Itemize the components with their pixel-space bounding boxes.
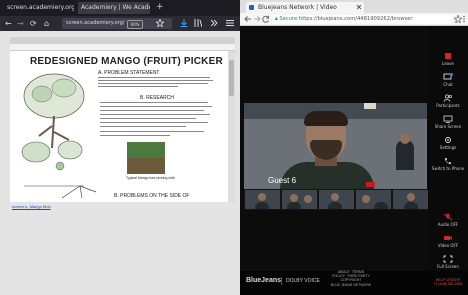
video-ceiling-light (364, 103, 376, 109)
guest-name-label: Guest 6 (268, 176, 297, 185)
back-icon[interactable] (244, 15, 252, 23)
left-tab-academiery[interactable]: Academiery | We Academy of (78, 2, 150, 14)
dolby-voice-logo: DOLBY VOICE (286, 278, 320, 284)
settings-label: Settings (439, 145, 457, 150)
video-off-label: Video OFF (437, 243, 459, 248)
background-person-head (400, 134, 410, 144)
photo-ground (127, 158, 165, 174)
full-screen-button[interactable]: Full Screen (428, 255, 468, 269)
leave-button[interactable]: Leave (428, 52, 468, 66)
bookmark-star-icon[interactable] (454, 15, 462, 23)
chat-icon (443, 73, 453, 80)
text-line (98, 77, 210, 78)
text-line (100, 114, 210, 115)
reload-icon[interactable]: ⟳ (30, 18, 37, 29)
close-tab-icon[interactable] (356, 4, 362, 10)
footer-links: ABOUT TERMS POLICY THIRD PARTY COPYRIGHT… (326, 270, 376, 287)
footer-divider (281, 277, 282, 285)
section-research: B. RESEARCH (140, 95, 174, 101)
participants-icon (443, 94, 453, 102)
overflow-icon[interactable] (210, 19, 218, 27)
new-tab-button[interactable]: + (156, 2, 164, 12)
help-phone: +1 (408) 550-2828 (433, 282, 463, 286)
photo-caption: Typical Mango tree picking with (126, 176, 175, 180)
participant-thumbnail[interactable] (282, 190, 317, 209)
full-screen-icon (443, 255, 453, 263)
star-icon[interactable] (156, 19, 164, 27)
help-center[interactable]: HELP CENTER +1 (408) 550-2828 (428, 278, 468, 286)
text-line (98, 86, 178, 87)
forward-icon[interactable]: → (17, 18, 24, 29)
text-line (98, 80, 213, 81)
forward-icon[interactable] (253, 15, 261, 23)
left-tab-screen[interactable]: screen.academiery.org/ (4, 2, 74, 14)
speaker-hair (304, 111, 348, 126)
text-line (98, 83, 208, 84)
video-off-button[interactable]: Video OFF (428, 234, 468, 248)
share-screen-label: Share Screen (434, 124, 462, 129)
bluejeans-favicon-icon (249, 5, 254, 10)
background-person (396, 140, 414, 170)
audio-off-icon (443, 213, 453, 221)
leave-label: Leave (442, 61, 454, 66)
right-url-bar[interactable]: 🔒︎ Secure https://bluejeans.com/44819092… (272, 15, 452, 24)
participants-button[interactable]: Participants (428, 94, 468, 108)
bluejeans-logo: BlueJeans (246, 277, 282, 284)
left-browser-window: screen.academiery.org/ Academiery | We A… (0, 0, 240, 295)
inner-url-bar (10, 44, 235, 51)
audio-off-button[interactable]: Audio OFF (428, 213, 468, 227)
settings-button[interactable]: Settings (428, 136, 468, 150)
tab-bluejeans[interactable]: Bluejeans Network | Video (246, 2, 364, 13)
settings-icon (445, 137, 451, 143)
text-line (100, 118, 196, 119)
inner-tab-bar (10, 37, 235, 44)
zoom-level-badge[interactable]: 90% (127, 20, 143, 29)
text-line (100, 106, 212, 107)
switch-phone-label: Switch to Phone (431, 166, 465, 171)
library-icon[interactable] (194, 19, 202, 27)
mango-tree-illustration (21, 73, 85, 187)
lock-icon: 🔒︎ (275, 16, 278, 22)
video-red-accent (366, 182, 375, 187)
reload-icon[interactable] (262, 15, 270, 23)
video-off-icon (444, 236, 452, 240)
text-line (100, 126, 186, 127)
leave-icon (445, 53, 451, 59)
section-problem-statement: A. PROBLEM STATEMENT (98, 70, 160, 76)
back-icon[interactable]: ← (5, 18, 12, 29)
section-problems-side: B. PROBLEMS ON THE SIDE OF (114, 193, 190, 199)
footer-network: BLUE JEANS NETWORK (330, 282, 372, 287)
document-scrollbar-thumb[interactable] (229, 60, 234, 96)
participant-thumbnail[interactable] (245, 190, 280, 209)
text-line (100, 110, 204, 111)
menu-icon[interactable] (226, 19, 234, 27)
audio-off-label: Audio OFF (437, 222, 459, 227)
text-line (100, 102, 208, 103)
chat-button[interactable]: Chat (428, 73, 468, 87)
secure-label: Secure (279, 16, 298, 22)
home-icon[interactable]: ⌂ (44, 18, 49, 29)
switch-to-phone-button[interactable]: Switch to Phone (428, 157, 468, 171)
participant-thumbnail[interactable] (319, 190, 354, 209)
share-screen-icon (443, 115, 453, 123)
document-link[interactable]: screen.u, Mango Mob (12, 204, 51, 209)
participant-thumbnail[interactable] (393, 190, 428, 209)
participants-label: Participants (436, 103, 460, 108)
text-line (100, 122, 208, 123)
chat-label: Chat (443, 82, 453, 87)
switch-phone-icon (445, 158, 451, 164)
url-text: https://bluejeans.com/4481909262/browser (298, 16, 413, 22)
share-screen-button[interactable]: Share Screen (428, 115, 468, 129)
text-line (100, 135, 170, 136)
full-screen-label: Full Screen (437, 264, 459, 269)
participant-thumbnail[interactable] (356, 190, 391, 209)
chrome-menu-icon[interactable] (462, 15, 466, 23)
picker-sketch (61, 185, 97, 199)
text-line (100, 131, 204, 132)
download-icon[interactable] (180, 19, 188, 27)
